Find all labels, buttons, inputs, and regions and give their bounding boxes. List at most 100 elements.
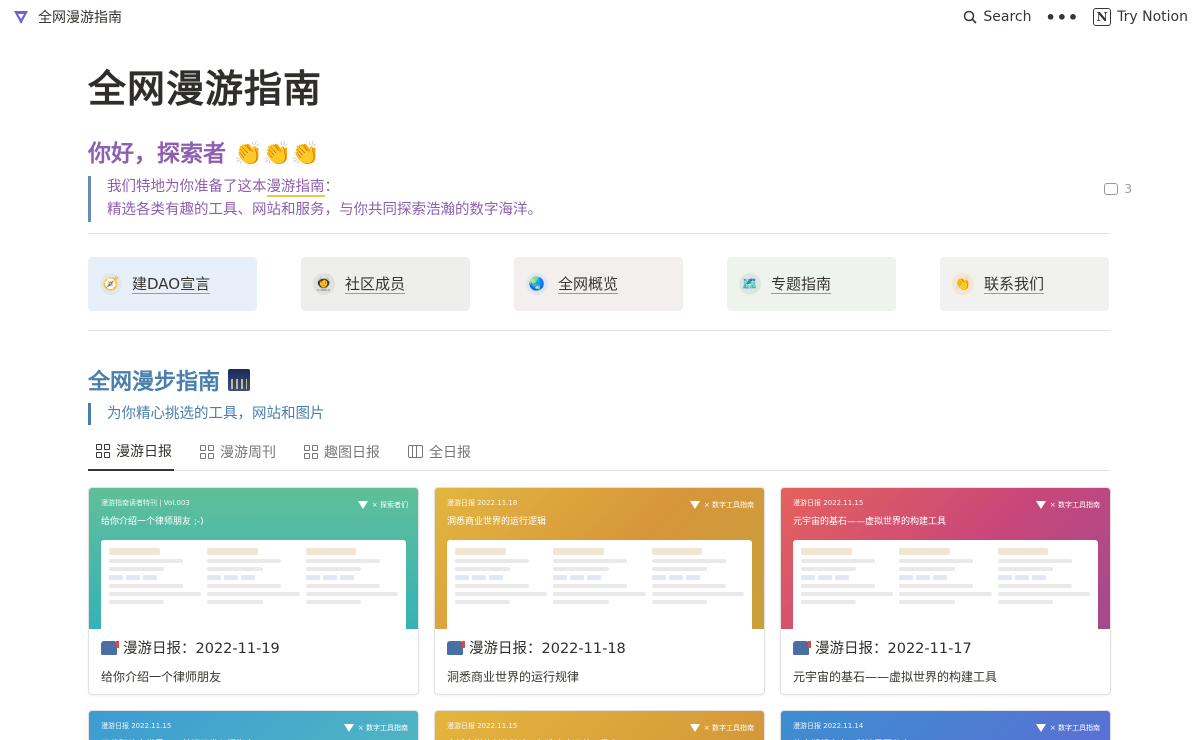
- cover-title: 元宇宙的基石——虚拟世界的构建工具: [793, 517, 947, 527]
- card-title-row: 漫游日报：2022-11-18: [447, 637, 752, 658]
- cover-brand-text: × 数字工具指南: [703, 724, 754, 732]
- cover-brand-text: × 数字工具指南: [1049, 501, 1100, 509]
- search-label: Search: [983, 9, 1032, 25]
- nav-label: 联系我们: [984, 274, 1045, 294]
- cover-brand-text: × 探索者们: [371, 501, 408, 509]
- card-title-row: 漫游日报：2022-11-17: [793, 637, 1098, 658]
- card-cover: 漫游指南读者特刊 | Vol.003 × 探索者们 给你介绍一个律师朋友 ;-): [89, 488, 418, 629]
- cover-preview: [101, 540, 406, 629]
- nav-label: 全网概览: [558, 274, 619, 294]
- brand-logo-icon: [1035, 724, 1046, 732]
- gallery-card[interactable]: 漫游日报 2022.11.14 × 数字工具指南 信息期望自由，科技需要分享: [780, 710, 1111, 740]
- search-icon: [964, 10, 977, 24]
- intro-quote: 我们特地为你准备了这本漫游指南： 精选各类有趣的工具、网站和服务，与你共同探索浩…: [88, 176, 542, 222]
- section-heading: 全网漫步指南: [88, 364, 251, 396]
- tab-label: 趣图日报: [324, 444, 380, 461]
- cover-brand: × 数字工具指南: [689, 723, 754, 733]
- tab-all[interactable]: 全日报: [400, 440, 473, 471]
- nav-label: 建DAO宣言: [132, 274, 211, 294]
- nav-button-dao-manifesto[interactable]: 🧭 建DAO宣言: [88, 257, 257, 311]
- night-city-icon: [228, 369, 251, 391]
- intro-line-2: 精选各类有趣的工具、网站和服务，与你共同探索浩瀚的数字海洋。: [107, 202, 542, 218]
- nav-button-community[interactable]: 👩‍🚀 社区成员: [301, 257, 470, 311]
- tab-label: 漫游周刊: [220, 444, 276, 461]
- mailbox-icon: [447, 640, 465, 655]
- card-cover: 漫游日报 2022.11.15 × 数字工具指南 元宇宙的基石——虚拟世界的构建…: [781, 488, 1110, 629]
- preview-column: [109, 548, 202, 621]
- cover-brand: × 探索者们: [357, 500, 408, 510]
- preview-column: [801, 548, 894, 621]
- divider: [88, 233, 1110, 234]
- card-cover: 漫游日报 2022.11.14 × 数字工具指南 信息期望自由，科技需要分享: [781, 711, 1110, 740]
- preview-column: [455, 548, 548, 621]
- nav-button-topic-guides[interactable]: 🗺️ 专题指南: [727, 257, 896, 311]
- preview-column: [305, 548, 398, 621]
- comment-icon: [1104, 183, 1119, 195]
- page-title: 全网漫游指南: [88, 67, 323, 111]
- cover-preview: [793, 540, 1098, 629]
- tab-weekly[interactable]: 漫游周刊: [192, 440, 278, 471]
- tab-fun-images[interactable]: 趣图日报: [296, 440, 382, 471]
- comments-indicator[interactable]: 3: [1104, 182, 1132, 196]
- notion-logo-icon: N: [1093, 8, 1112, 26]
- card-subtitle: 给你介绍一个律师朋友: [101, 670, 222, 684]
- section-subtitle: 为你精心挑选的工具，网站和图片: [88, 403, 325, 425]
- card-body: 漫游日报：2022-11-19 给你介绍一个律师朋友: [89, 629, 418, 693]
- preview-column: [651, 548, 744, 621]
- tab-label: 全日报: [429, 444, 471, 461]
- intro-line-1: 我们特地为你准备了这本漫游指南：: [107, 176, 542, 199]
- map-icon: 🗺️: [739, 273, 761, 295]
- divider: [88, 330, 1110, 331]
- mailbox-icon: [793, 640, 811, 655]
- section-title: 全网漫步指南: [88, 370, 221, 395]
- site-logo-icon[interactable]: [12, 8, 30, 26]
- site-title[interactable]: 全网漫游指南: [38, 7, 122, 27]
- card-body: 漫游日报：2022-11-17 元宇宙的基石——虚拟世界的构建工具: [781, 629, 1110, 693]
- gallery-icon: [304, 444, 318, 459]
- cover-title: 给你介绍一个律师朋友 ;-): [101, 517, 204, 527]
- card-title: 漫游日报：2022-11-18: [469, 641, 626, 657]
- view-tabs: 漫游日报 漫游周刊 趣图日报 全日报: [88, 440, 1110, 471]
- card-title: 漫游日报：2022-11-19: [123, 641, 280, 657]
- try-notion-button[interactable]: N Try Notion: [1093, 8, 1188, 26]
- nav-row: 🧭 建DAO宣言 👩‍🚀 社区成员 🌏 全网概览 🗺️ 专题指南 👏 联系我们: [88, 257, 1109, 311]
- gallery-card[interactable]: 漫游日报 2022.11.15 × 数字工具指南 全域自媒体创作精选，打造个人运…: [434, 710, 765, 740]
- preview-column: [997, 548, 1090, 621]
- brand-logo-icon: [343, 724, 354, 732]
- cover-brand: × 数字工具指南: [1035, 500, 1100, 510]
- brand-logo-icon: [357, 501, 368, 509]
- nav-button-contact[interactable]: 👏 联系我们: [940, 257, 1109, 311]
- card-body: 漫游日报：2022-11-18 洞悉商业世界的运行规律: [435, 629, 764, 693]
- compass-icon: 🧭: [100, 273, 122, 295]
- card-subtitle: 洞悉商业世界的运行规律: [447, 670, 580, 684]
- brand-logo-icon: [689, 501, 700, 509]
- search-button[interactable]: Search: [963, 9, 1031, 25]
- brand-logo-icon: [1035, 501, 1046, 509]
- tab-label: 漫游日报: [116, 443, 172, 460]
- gallery-card[interactable]: 漫游指南读者特刊 | Vol.003 × 探索者们 给你介绍一个律师朋友 ;-)…: [88, 487, 419, 695]
- card-title: 漫游日报：2022-11-17: [815, 641, 972, 657]
- card-subtitle: 元宇宙的基石——虚拟世界的构建工具: [793, 670, 998, 684]
- greeting-heading: 你好，探索者 👏👏👏: [88, 141, 320, 167]
- tab-daily[interactable]: 漫游日报: [88, 440, 174, 471]
- nav-button-overview[interactable]: 🌏 全网概览: [514, 257, 683, 311]
- brand-logo-icon: [689, 724, 700, 732]
- table-icon: [408, 445, 423, 458]
- cover-brand-text: × 数字工具指南: [703, 501, 754, 509]
- gallery-cards: 漫游指南读者特刊 | Vol.003 × 探索者们 给你介绍一个律师朋友 ;-)…: [88, 487, 1111, 740]
- cover-brand: × 数字工具指南: [343, 723, 408, 733]
- astronaut-icon: 👩‍🚀: [313, 273, 335, 295]
- gallery-card[interactable]: 漫游日报 2022.11.15 × 数字工具指南 用代码改变世界——前端开发入门…: [88, 710, 419, 740]
- nav-label: 专题指南: [771, 274, 832, 294]
- mailbox-icon: [101, 640, 119, 655]
- preview-column: [207, 548, 300, 621]
- more-options-button[interactable]: •••: [1045, 8, 1079, 27]
- gallery-card[interactable]: 漫游日报 2022.11.15 × 数字工具指南 元宇宙的基石——虚拟世界的构建…: [780, 487, 1111, 695]
- nav-label: 社区成员: [345, 274, 406, 294]
- preview-column: [553, 548, 646, 621]
- gallery-card[interactable]: 漫游日报 2022.11.18 × 数字工具指南 洞悉商业世界的运行逻辑 漫游日…: [434, 487, 765, 695]
- cover-preview: [447, 540, 752, 629]
- comment-count: 3: [1124, 182, 1132, 196]
- top-bar: 全网漫游指南 Search ••• N Try Notion: [0, 0, 1200, 34]
- globe-icon: 🌏: [526, 273, 548, 295]
